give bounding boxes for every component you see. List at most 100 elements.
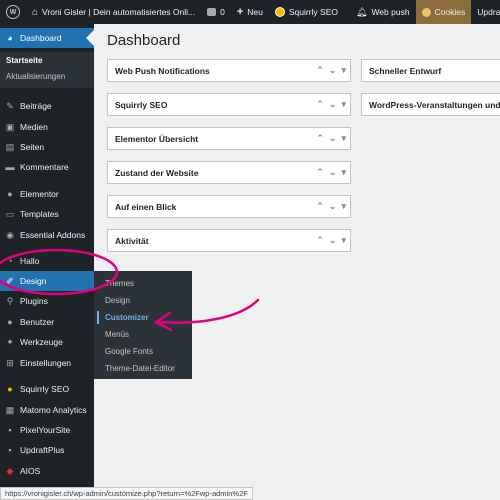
menu-seiten[interactable]: ▤ Seiten bbox=[0, 137, 94, 157]
site-name-menu[interactable]: ⌂ Vroni Gisler | Dein automatisiertes On… bbox=[26, 0, 201, 24]
squirrly-menu[interactable]: Squirrly SEO bbox=[269, 0, 344, 24]
widget-controls: ⌃ ⌄ ▾ bbox=[316, 167, 346, 178]
menu-squirrly-seo[interactable]: ● Squirrly SEO bbox=[0, 379, 94, 399]
matomo-icon: ▦ bbox=[5, 404, 15, 415]
move-down-icon[interactable]: ⌄ bbox=[329, 167, 337, 178]
wrench-icon: ✦ bbox=[6, 336, 14, 347]
comments-menu[interactable]: 0 bbox=[201, 0, 231, 24]
widget-wp-events[interactable]: WordPress-Veranstaltungen und Neuigkeite… bbox=[361, 93, 500, 116]
toggle-icon[interactable]: ▾ bbox=[341, 235, 346, 246]
widget-squirrly[interactable]: Squirrly SEO ⌃ ⌄ ▾ bbox=[107, 93, 351, 116]
submenu-startseite[interactable]: Startseite bbox=[6, 56, 42, 65]
menu-label: Werkzeuge bbox=[20, 337, 63, 347]
widget-title: WordPress-Veranstaltungen und Neuigkeite… bbox=[369, 99, 500, 110]
menu-hallo[interactable]: ◔ Hallo bbox=[0, 251, 94, 271]
submenu-aktualisierungen[interactable]: Aktualisierungen bbox=[6, 72, 65, 81]
menu-medien[interactable]: ▣ Medien bbox=[0, 117, 94, 137]
updraft-icon: ▪ bbox=[8, 445, 12, 455]
menu-matomo[interactable]: ▦ Matomo Analytics bbox=[0, 400, 94, 420]
menu-elementor[interactable]: ● Elementor bbox=[0, 184, 94, 204]
flyout-themes[interactable]: Themes bbox=[94, 275, 192, 292]
dashboard-submenu: Startseite Aktualisierungen bbox=[0, 52, 94, 88]
menu-plugins[interactable]: ⚲ Plugins bbox=[0, 291, 94, 311]
menu-dashboard[interactable]: ◕ Dashboard bbox=[0, 28, 94, 48]
menu-label: Benutzer bbox=[20, 317, 55, 327]
menu-beitraege[interactable]: ✎ Beiträge bbox=[0, 96, 94, 116]
toggle-icon[interactable]: ▾ bbox=[341, 65, 346, 76]
menu-label: Hallo bbox=[20, 256, 40, 266]
toggle-icon[interactable]: ▾ bbox=[341, 167, 346, 178]
widget-title: Squirrly SEO bbox=[115, 99, 168, 110]
menu-einstellungen[interactable]: ⊞ Einstellungen bbox=[0, 353, 94, 373]
menu-kommentare[interactable]: ▬ Kommentare bbox=[0, 157, 94, 177]
menu-label: Design bbox=[20, 276, 47, 286]
menu-label: Seiten bbox=[20, 142, 45, 152]
active-pointer bbox=[86, 30, 94, 46]
menu-aios[interactable]: ◆ AIOS bbox=[0, 461, 94, 481]
move-down-icon[interactable]: ⌄ bbox=[329, 235, 337, 246]
webpush-menu[interactable]: 🔔︎ Web push bbox=[344, 0, 416, 24]
squirrly-icon bbox=[274, 7, 285, 17]
menu-label: Elementor bbox=[20, 189, 59, 199]
widget-quick-draft[interactable]: Schneller Entwurf bbox=[361, 59, 500, 82]
pixel-icon: ▪ bbox=[8, 425, 12, 435]
comment-icon: ▬ bbox=[5, 162, 15, 172]
move-down-icon[interactable]: ⌄ bbox=[329, 133, 337, 144]
paintbrush-icon: ✐ bbox=[6, 275, 14, 286]
menu-label: Squirrly SEO bbox=[20, 384, 70, 394]
flyout-design[interactable]: Design bbox=[94, 292, 192, 309]
toggle-icon[interactable]: ▾ bbox=[341, 99, 346, 110]
menu-design[interactable]: ✐ Design bbox=[0, 271, 94, 291]
widget-title: Zustand der Website bbox=[115, 167, 199, 178]
flyout-theme-editor[interactable]: Theme-Datei-Editor bbox=[94, 360, 192, 377]
cookies-menu[interactable]: Cookies bbox=[415, 0, 472, 24]
move-up-icon[interactable]: ⌃ bbox=[316, 65, 324, 76]
move-down-icon[interactable]: ⌄ bbox=[329, 201, 337, 212]
home-icon: ⌂ bbox=[32, 6, 39, 18]
move-down-icon[interactable]: ⌄ bbox=[329, 65, 337, 76]
media-icon: ▣ bbox=[5, 121, 15, 132]
status-url: https://vronigisler.ch/wp-admin/customiz… bbox=[5, 489, 248, 498]
toggle-icon[interactable]: ▾ bbox=[341, 133, 346, 144]
updraft-menu[interactable]: UpdraftPlus bbox=[471, 0, 500, 24]
menu-benutzer[interactable]: ● Benutzer bbox=[0, 312, 94, 332]
hello-icon: ◔ bbox=[7, 256, 13, 266]
pin-icon: ✎ bbox=[6, 100, 14, 111]
move-up-icon[interactable]: ⌃ bbox=[316, 235, 324, 246]
plugin-icon: ⚲ bbox=[6, 295, 14, 306]
folder-icon: ▭ bbox=[5, 208, 15, 219]
menu-pixelyoursite[interactable]: ▪ PixelYourSite bbox=[0, 420, 94, 440]
menu-templates[interactable]: ▭ Templates bbox=[0, 204, 94, 224]
flyout-google-fonts[interactable]: Google Fonts bbox=[94, 343, 192, 360]
widget-at-a-glance[interactable]: Auf einen Blick ⌃ ⌄ ▾ bbox=[107, 195, 351, 218]
menu-label: UpdraftPlus bbox=[20, 445, 65, 455]
move-down-icon[interactable]: ⌄ bbox=[329, 99, 337, 110]
comments-count: 0 bbox=[220, 7, 225, 17]
flyout-menus[interactable]: Menüs bbox=[94, 326, 192, 343]
flyout-customizer[interactable]: Customizer bbox=[94, 309, 192, 326]
menu-essential-addons[interactable]: ◉ Essential Addons bbox=[0, 225, 94, 245]
widget-title: Auf einen Blick bbox=[115, 201, 177, 212]
move-up-icon[interactable]: ⌃ bbox=[316, 167, 324, 178]
widget-activity[interactable]: Aktivität ⌃ ⌄ ▾ bbox=[107, 229, 351, 252]
move-up-icon[interactable]: ⌃ bbox=[316, 201, 324, 212]
menu-label: AIOS bbox=[20, 466, 41, 476]
admin-sidebar: ◕ Dashboard Startseite Aktualisierungen … bbox=[0, 24, 94, 490]
widget-elementor[interactable]: Elementor Übersicht ⌃ ⌄ ▾ bbox=[107, 127, 351, 150]
menu-label: Plugins bbox=[20, 296, 48, 306]
widget-title: Web Push Notifications bbox=[115, 65, 210, 76]
toggle-icon[interactable]: ▾ bbox=[341, 201, 346, 212]
dashboard-icon: ◕ bbox=[7, 33, 13, 43]
widget-controls: ⌃ ⌄ ▾ bbox=[316, 99, 346, 110]
browser-status-bar: https://vronigisler.ch/wp-admin/customiz… bbox=[0, 487, 253, 500]
menu-werkzeuge[interactable]: ✦ Werkzeuge bbox=[0, 332, 94, 352]
widget-site-health[interactable]: Zustand der Website ⌃ ⌄ ▾ bbox=[107, 161, 351, 184]
new-content-menu[interactable]: + Neu bbox=[231, 0, 269, 24]
move-up-icon[interactable]: ⌃ bbox=[316, 99, 324, 110]
wp-logo-menu[interactable]: W bbox=[0, 0, 26, 24]
menu-label: Beiträge bbox=[20, 101, 52, 111]
move-up-icon[interactable]: ⌃ bbox=[316, 133, 324, 144]
menu-updraftplus[interactable]: ▪ UpdraftPlus bbox=[0, 440, 94, 460]
widget-web-push[interactable]: Web Push Notifications ⌃ ⌄ ▾ bbox=[107, 59, 351, 82]
menu-label: Matomo Analytics bbox=[20, 405, 87, 415]
